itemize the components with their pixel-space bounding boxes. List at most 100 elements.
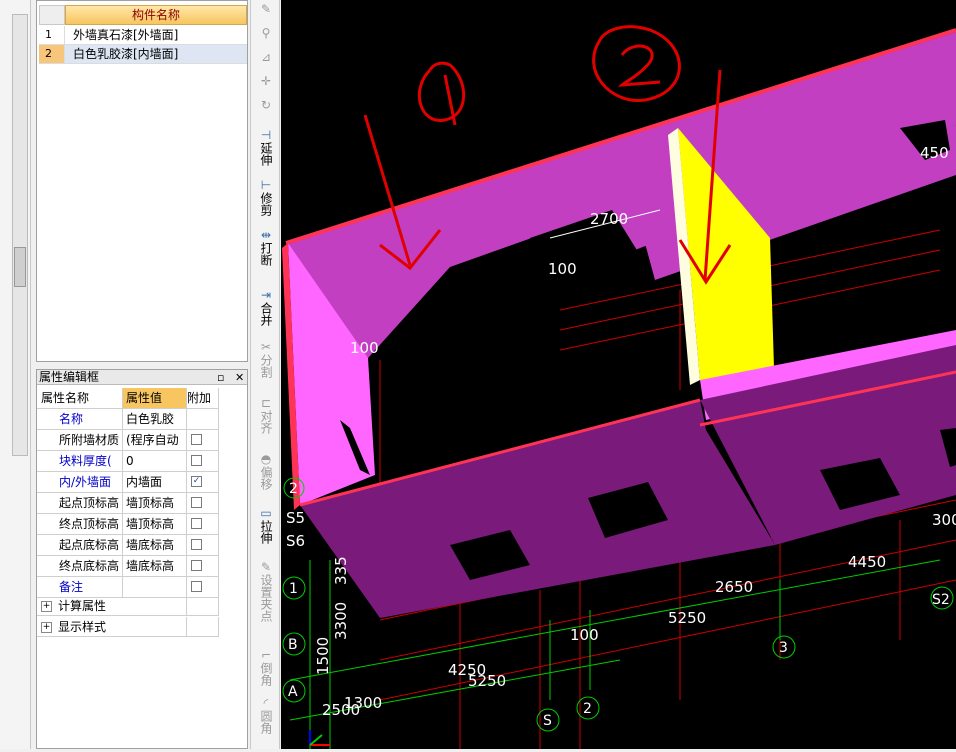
tool-icon: ⊿ [260,50,272,64]
property-row[interactable]: 块料厚度(0 [37,451,219,472]
property-value[interactable]: 墙顶标高 [123,514,187,535]
dim-1500: 1500 [314,637,332,675]
axis-label-3: 3 [779,640,788,656]
property-extra [187,617,219,637]
property-value[interactable]: 0 [123,451,187,472]
property-group-row[interactable]: + 计算属性 [37,596,219,616]
tool-icon: ◜ [263,696,269,710]
property-name: 终点底标高 [37,556,123,577]
property-row[interactable]: 终点顶标高 墙顶标高 [37,514,219,535]
tool-icon: ⇥ [260,288,272,302]
extra-checkbox[interactable] [191,455,202,466]
list-header: 构件名称 [37,5,247,25]
axis-label-s5: S5 [286,509,305,527]
annotation-2-digit [618,44,661,87]
tool-label: 延伸 [259,142,273,166]
toolbar-button[interactable]: ▭ 拉伸 [253,506,279,544]
tool-icon: ⊣ [260,128,272,142]
tool-label: 修剪 [259,192,273,216]
property-group-row[interactable]: + 显示样式 [37,617,219,637]
toolbar-button[interactable]: ⊿ [253,50,279,64]
tool-label: 对齐 [259,410,273,434]
extra-checkbox[interactable] [191,434,202,445]
tool-icon: ✛ [260,74,272,88]
tool-icon: ✂ [260,340,272,354]
toolbar-button[interactable]: ⌐ 倒角 [253,648,279,686]
property-grid-header: 属性名称 属性值 附加 [37,388,219,409]
property-extra: ✓ [187,472,219,493]
scrollbar-thumb[interactable] [14,247,26,287]
toolbar-button[interactable]: ↻ [253,98,279,112]
tool-label: 倒角 [259,662,273,686]
left-scrollbar[interactable] [12,14,28,456]
dim-5250: 5250 [668,609,706,627]
component-list-panel: 构件名称 1 外墙真石漆[外墙面] 2 白色乳胶漆[内墙面] [36,0,248,362]
edit-toolbar: ✎ ⚲ ⊿ ✛ ↻ ⊣ 延伸 ⊢ 修剪 ⇹ 打断 ⇥ 合并 ✂ 分割 ⊏ 对齐 ◓ 偏移 ▭ 拉伸 ✎ 设置夹点 ⌐ 倒角 ◜ 圆角 [250,0,280,749]
property-value[interactable]: 墙顶标高 [123,493,187,514]
axis-label-a: A [288,684,298,700]
tool-icon: ⌐ [260,648,272,662]
tool-label: 偏移 [259,466,273,490]
axis-gizmo-icon [309,730,330,746]
dim-450: 450 [920,144,949,162]
list-item-num: 1 [39,26,65,44]
axis-label-2-left: 2 [289,481,298,497]
property-value[interactable]: 墙底标高 [123,535,187,556]
property-value[interactable] [123,577,187,598]
close-icon[interactable]: ✕ [235,370,244,385]
property-row[interactable]: 所附墙材质 (程序自动 [37,430,219,451]
property-row[interactable]: 名称 白色乳胶 [37,409,219,430]
property-value[interactable]: 白色乳胶 [123,409,187,430]
extra-checkbox[interactable]: ✓ [191,476,202,487]
tool-icon: ⚲ [261,26,271,40]
tool-icon: ⊏ [260,396,272,410]
tool-icon: ↻ [260,98,272,112]
tool-label: 打断 [259,242,273,266]
property-group: + 计算属性 [37,596,187,616]
toolbar-button[interactable]: ⇹ 打断 [253,228,279,266]
property-row[interactable]: 内/外墙面 内墙面 ✓ [37,472,219,493]
extra-checkbox[interactable] [191,560,202,571]
property-extra [187,409,219,430]
toolbar-button[interactable]: ◜ 圆角 [253,696,279,734]
list-item-selected[interactable]: 2 白色乳胶漆[内墙面] [39,45,247,64]
list-item-name: 外墙真石漆[外墙面] [73,28,179,42]
toolbar-button[interactable]: ◓ 偏移 [253,452,279,490]
property-value[interactable]: 内墙面 [123,472,187,493]
toolbar-button[interactable]: ⊏ 对齐 [253,396,279,434]
toolbar-button[interactable]: ✂ 分割 [253,340,279,378]
toolbar-button[interactable]: ⊣ 延伸 [253,128,279,166]
list-header-title: 构件名称 [65,5,247,25]
toolbar-button[interactable]: ✛ [253,74,279,88]
expand-icon[interactable]: + [41,622,52,633]
property-extra [187,577,219,598]
tool-label: 设置夹点 [259,574,273,622]
toolbar-button[interactable]: ✎ [253,2,279,16]
tool-label: 拉伸 [259,520,273,544]
property-row[interactable]: 起点底标高 墙底标高 [37,535,219,556]
extra-checkbox[interactable] [191,497,202,508]
expand-icon[interactable]: + [41,601,52,612]
extra-checkbox[interactable] [191,518,202,529]
toolbar-button[interactable]: ⚲ [253,26,279,40]
property-extra [187,430,219,451]
3d-viewport[interactable]: 2700 100 100 450 4450 2650 5250 100 4250… [281,0,956,749]
dim-2500: 2500 [322,701,360,719]
property-row[interactable]: 备注 [37,577,219,598]
property-row[interactable]: 终点底标高 墙底标高 [37,556,219,577]
tool-icon: ⊢ [260,178,272,192]
property-panel-title: 属性编辑框 [39,370,100,384]
toolbar-button[interactable]: ⇥ 合并 [253,288,279,326]
toolbar-button[interactable]: ⊢ 修剪 [253,178,279,216]
pin-icon[interactable]: ▫ [217,370,224,385]
toolbar-button[interactable]: ✎ 设置夹点 [253,560,279,622]
property-value[interactable]: 墙底标高 [123,556,187,577]
extra-checkbox[interactable] [191,581,202,592]
property-name: 名称 [37,409,123,430]
property-row[interactable]: 起点顶标高 墙顶标高 [37,493,219,514]
property-value[interactable]: (程序自动 [123,430,187,451]
extra-checkbox[interactable] [191,539,202,550]
tool-icon: ◓ [260,452,272,466]
tool-label: 分割 [259,354,273,378]
list-item[interactable]: 1 外墙真石漆[外墙面] [39,26,247,45]
